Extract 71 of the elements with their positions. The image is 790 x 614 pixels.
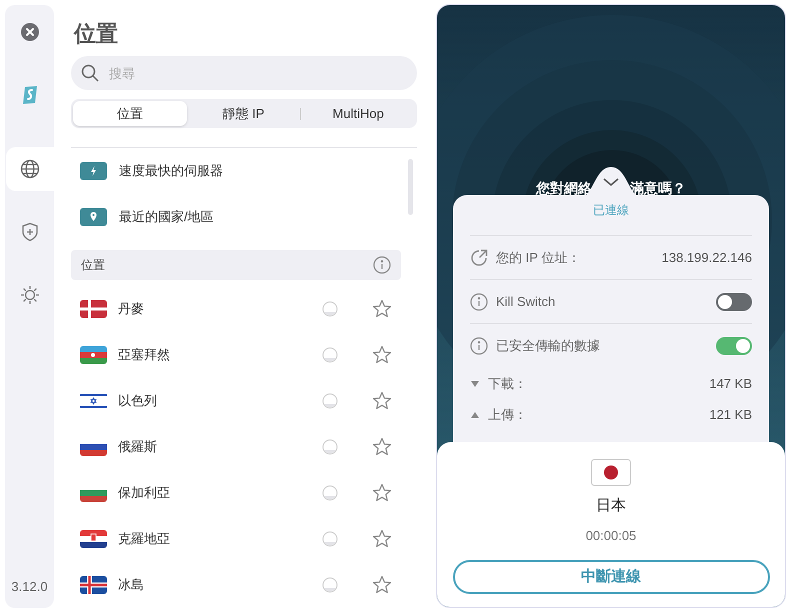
server-load-icon bbox=[322, 485, 338, 501]
connected-country: 日本 bbox=[596, 496, 626, 516]
favorite-star-icon[interactable] bbox=[372, 437, 392, 457]
flag-icon bbox=[80, 392, 107, 410]
server-load-icon bbox=[322, 531, 338, 547]
segment-tab[interactable]: 位置 bbox=[73, 101, 187, 126]
section-title: 位置 bbox=[81, 257, 105, 274]
country-name: 冰島 bbox=[118, 576, 145, 594]
country-row[interactable]: 冰島 bbox=[71, 562, 417, 608]
country-row[interactable]: 丹麥 bbox=[71, 286, 417, 332]
favorite-star-icon[interactable] bbox=[372, 345, 392, 365]
country-name: 俄羅斯 bbox=[118, 438, 158, 456]
flag-icon bbox=[591, 459, 631, 486]
toggle-switch[interactable] bbox=[716, 337, 752, 355]
quick-connect-item[interactable]: 速度最快的伺服器 bbox=[71, 148, 408, 194]
flag-icon bbox=[80, 346, 107, 364]
globe-icon[interactable] bbox=[20, 159, 40, 179]
favorite-star-icon[interactable] bbox=[372, 529, 392, 549]
server-load-icon bbox=[322, 439, 338, 455]
search-icon bbox=[81, 64, 99, 82]
server-load-icon bbox=[322, 577, 338, 593]
row-label: 上傳： bbox=[488, 406, 528, 424]
connection-status: 已連線 bbox=[593, 202, 629, 219]
country-row[interactable]: 以色列 bbox=[71, 378, 417, 424]
info-icon[interactable] bbox=[373, 256, 391, 274]
settings-icon[interactable] bbox=[20, 285, 40, 305]
country-row[interactable]: 保加利亞 bbox=[71, 470, 417, 516]
server-load-icon bbox=[322, 393, 338, 409]
segment-tab[interactable]: MultiHop bbox=[301, 101, 416, 126]
country-row[interactable]: 亞塞拜然 bbox=[71, 332, 417, 378]
country-name: 亞塞拜然 bbox=[118, 346, 171, 364]
search-field[interactable]: 搜尋 bbox=[71, 56, 417, 90]
server-load-icon bbox=[322, 301, 338, 317]
info-icon[interactable] bbox=[470, 337, 488, 355]
country-row[interactable]: 俄羅斯 bbox=[71, 424, 417, 470]
segment-tab[interactable]: 靜態 IP bbox=[186, 101, 300, 126]
version-label: 3.12.0 bbox=[11, 578, 48, 596]
row-value: 147 KB bbox=[709, 374, 752, 393]
favorite-star-icon[interactable] bbox=[372, 391, 392, 411]
favorite-star-icon[interactable] bbox=[372, 575, 392, 595]
favorite-star-icon[interactable] bbox=[372, 299, 392, 319]
country-name: 以色列 bbox=[118, 392, 158, 410]
toggle-switch[interactable] bbox=[716, 292, 752, 310]
flag-icon bbox=[80, 530, 107, 548]
caret-up-icon bbox=[470, 410, 480, 418]
server-load-icon bbox=[322, 347, 338, 363]
info-icon[interactable] bbox=[470, 292, 488, 310]
row-value: 138.199.22.146 bbox=[662, 248, 752, 267]
country-row[interactable]: 克羅地亞 bbox=[71, 516, 417, 562]
sidebar-item[interactable] bbox=[6, 147, 54, 191]
shield-icon[interactable] bbox=[20, 222, 38, 242]
logo-icon[interactable] bbox=[22, 85, 38, 105]
row-label: Kill Switch bbox=[496, 292, 556, 311]
row-value: 121 KB bbox=[709, 406, 752, 424]
favorite-star-icon[interactable] bbox=[372, 483, 392, 503]
flag-icon bbox=[80, 300, 107, 318]
flag-icon bbox=[80, 576, 107, 594]
quick-connect-item[interactable]: 最近的國家/地區 bbox=[71, 194, 408, 240]
country-name: 克羅地亞 bbox=[118, 530, 171, 548]
refresh-icon[interactable] bbox=[470, 248, 488, 266]
scrollbar[interactable] bbox=[408, 159, 413, 215]
row-label: 已安全傳輸的數據 bbox=[496, 337, 601, 356]
row-label: 下載： bbox=[488, 374, 528, 393]
country-name: 丹麥 bbox=[118, 300, 145, 318]
country-name: 保加利亞 bbox=[118, 484, 171, 502]
location-pin-icon bbox=[80, 208, 107, 226]
lightning-icon bbox=[80, 162, 107, 180]
close-icon[interactable] bbox=[20, 23, 38, 41]
connection-timer: 00:00:05 bbox=[586, 526, 636, 544]
row-label: 您的 IP 位址： bbox=[496, 248, 582, 267]
page-title: 位置 bbox=[74, 20, 119, 48]
